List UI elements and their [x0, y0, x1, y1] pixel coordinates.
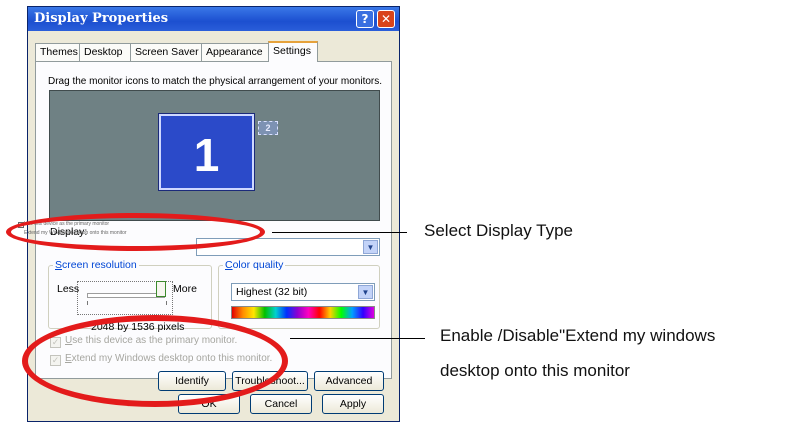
color-quality-select[interactable]: Highest (32 bit) ▼ [231, 283, 375, 301]
monitor-1-number: 1 [193, 129, 220, 181]
annotation-select-display: Select Display Type [424, 221, 573, 240]
highlight-ellipse-display [6, 213, 265, 251]
leader-line-display [272, 232, 407, 233]
tab-desktop[interactable]: Desktop [79, 43, 131, 61]
advanced-button[interactable]: Advanced [314, 371, 384, 391]
monitor-1-icon[interactable]: 1 [159, 114, 254, 190]
color-quality-value: Highest (32 bit) [236, 286, 308, 298]
screen-resolution-legend: Screen resolution [55, 259, 137, 271]
monitor-arrangement-area: 1 2 [49, 90, 380, 221]
slider-less-label: Less [57, 283, 80, 295]
tab-themes[interactable]: Themes [35, 43, 80, 61]
annotation-enable-line1: Enable /Disable"Extend my windows [440, 326, 716, 345]
chevron-down-icon[interactable]: ▼ [363, 240, 378, 254]
slider-more-label: More [173, 283, 197, 295]
color-quality-legend: Color quality [225, 259, 284, 271]
window-title: Display Properties [34, 11, 169, 26]
annotation-enable-line2: desktop onto this monitor [440, 361, 630, 380]
highlight-ellipse-checkboxes [22, 315, 288, 407]
chevron-down-icon[interactable]: ▼ [358, 285, 373, 299]
close-button[interactable]: ✕ [377, 10, 395, 28]
tab-settings[interactable]: Settings [268, 41, 318, 62]
help-button[interactable]: ? [356, 10, 374, 28]
monitor-2-icon[interactable]: 2 [258, 121, 278, 135]
tab-appearance[interactable]: Appearance [201, 43, 269, 61]
apply-button[interactable]: Apply [322, 394, 384, 414]
slider-ticks [87, 301, 167, 305]
resolution-slider-thumb[interactable] [156, 281, 166, 297]
color-preview-bar [231, 306, 375, 319]
cancel-button[interactable]: Cancel [250, 394, 312, 414]
title-bar[interactable]: Display Properties ? ✕ [28, 7, 399, 31]
leader-line-extend [290, 338, 425, 339]
color-quality-group: Color quality Highest (32 bit) ▼ [218, 259, 380, 329]
tab-screen-saver[interactable]: Screen Saver [130, 43, 202, 61]
instruction-text: Drag the monitor icons to match the phys… [48, 76, 383, 87]
resolution-slider-track[interactable] [87, 293, 165, 298]
